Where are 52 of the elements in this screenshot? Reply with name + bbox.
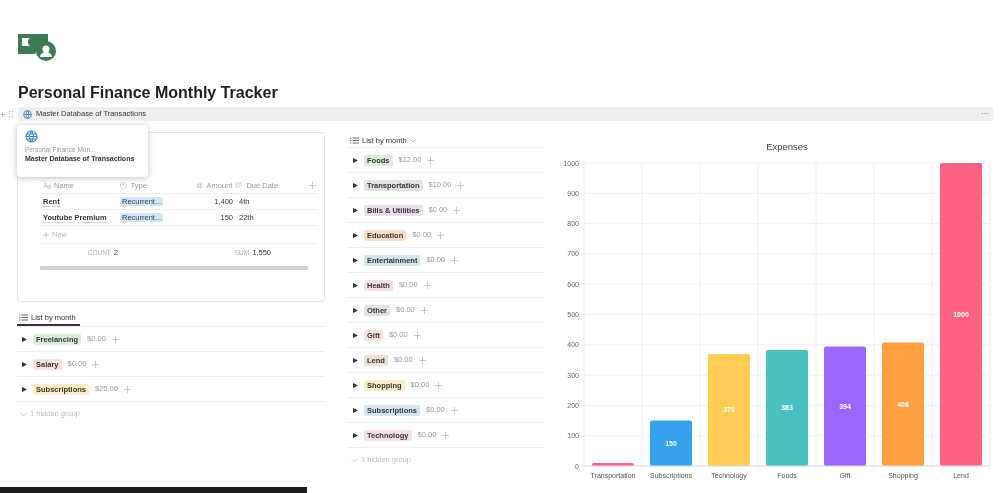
add-icon[interactable] [437,231,445,239]
expand-toggle-icon[interactable] [22,336,27,342]
add-icon[interactable] [453,206,461,214]
add-icon[interactable] [111,335,119,343]
add-icon[interactable] [123,385,131,393]
add-icon[interactable] [451,256,459,264]
drag-handle-icon[interactable] [8,110,14,118]
add-icon[interactable] [435,381,443,389]
add-icon[interactable] [0,111,5,117]
expand-toggle-icon[interactable] [22,386,27,392]
chevron-icon[interactable] [351,457,358,463]
add-icon[interactable] [43,231,49,238]
add-icon[interactable] [413,331,421,339]
add-icon[interactable] [420,306,428,314]
money-icon [18,32,58,62]
add-column-icon[interactable] [309,182,316,189]
list-icon [350,137,359,144]
caret-icon [409,138,416,143]
expand-toggle-icon[interactable] [353,357,358,363]
expand-toggle-icon[interactable] [353,282,358,288]
bar [592,462,634,466]
expand-toggle-icon[interactable] [353,232,358,238]
clock-icon [119,182,128,189]
expand-toggle-icon[interactable] [353,432,358,438]
text-lines-icon [235,182,244,189]
add-icon[interactable] [418,356,426,364]
horizontal-scrollbar[interactable] [40,266,308,270]
expand-toggle-icon[interactable] [353,407,358,413]
expand-toggle-icon[interactable] [353,207,358,213]
expand-toggle-icon[interactable] [353,332,358,338]
add-icon[interactable] [92,360,100,368]
globe-icon [23,109,32,119]
more-icon[interactable]: ··· [981,110,989,118]
expand-toggle-icon[interactable] [22,361,27,367]
expand-toggle-icon[interactable] [353,307,358,313]
add-icon[interactable] [450,406,458,414]
globe-icon [25,130,38,143]
page-title: Personal Finance Monthly Tracker [18,83,278,103]
expand-toggle-icon[interactable] [353,182,358,188]
chevron-icon[interactable] [20,411,27,417]
expand-toggle-icon[interactable] [353,157,358,163]
expand-toggle-icon[interactable] [353,257,358,263]
bar [650,420,692,466]
text-type-icon [43,182,51,189]
list-icon [19,314,28,321]
add-icon[interactable] [427,156,435,164]
chart-title: Expenses [766,141,808,152]
number-icon [195,182,204,189]
add-icon[interactable] [442,431,450,439]
expand-toggle-icon[interactable] [353,382,358,388]
add-icon[interactable] [457,181,465,189]
add-icon[interactable] [423,281,431,289]
